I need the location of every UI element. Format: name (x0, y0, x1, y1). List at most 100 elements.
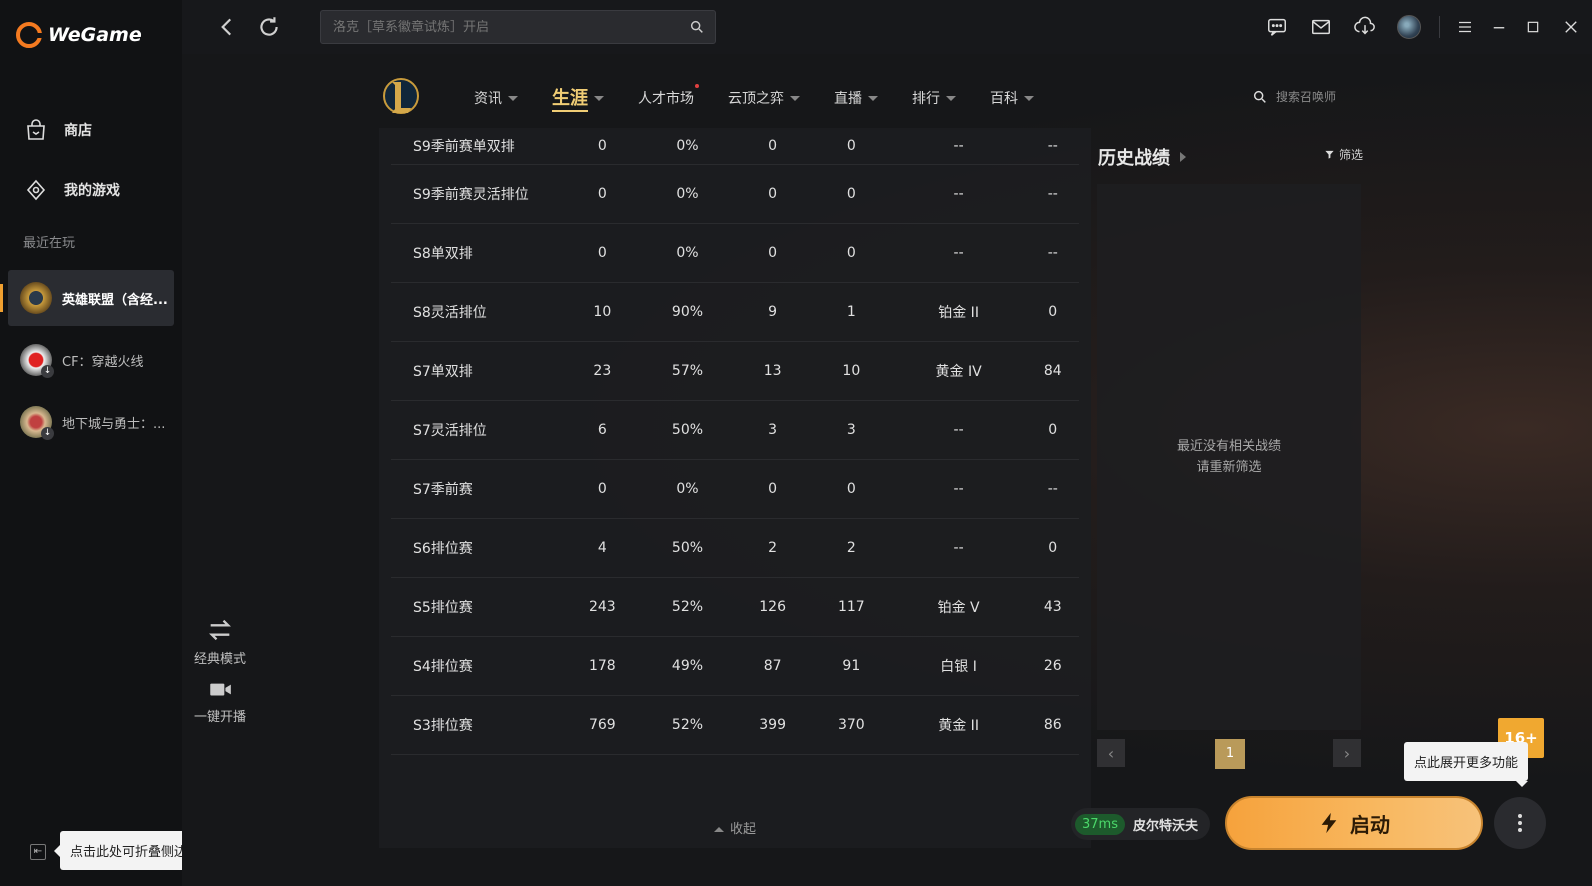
table-cell: 9 (768, 303, 778, 320)
table-cell: -- (953, 539, 964, 556)
chevron-down-icon (868, 95, 878, 101)
table-cell: 0% (676, 185, 699, 202)
table-cell: -- (1047, 185, 1058, 202)
table-row: S9季前赛单双排 0 0% 0 0 -- -- (391, 128, 1079, 164)
chevron-down-icon (594, 95, 604, 101)
maximize-icon[interactable] (1516, 0, 1550, 54)
table-row: S5排位赛 243 52% 126 117 铂金 V 43 (391, 577, 1079, 636)
tab-label: 人才市场 (638, 91, 694, 107)
table-row: S8灵活排位 10 90% 9 1 铂金 II 0 (391, 282, 1079, 341)
chat-icon[interactable] (1255, 0, 1299, 54)
season-stats-panel: S9季前赛单双排 0 0% 0 0 -- -- S9季前赛灵活排位 0 0% 0 0 -- -- S8单双排… (379, 128, 1091, 848)
tab-label: 排行 (912, 91, 940, 107)
table-cell: 0 (597, 185, 607, 202)
tab-label: 云顶之弈 (728, 91, 784, 107)
page-number-button[interactable]: 1 (1215, 739, 1245, 769)
mail-icon[interactable] (1299, 0, 1343, 54)
table-cell: -- (953, 480, 964, 497)
history-empty-line: 请重新筛选 (1196, 460, 1262, 475)
tab-ranking[interactable]: 排行 (912, 84, 956, 116)
user-avatar[interactable] (1387, 0, 1431, 54)
search-icon[interactable] (689, 19, 705, 35)
table-cell: 0 (768, 480, 778, 497)
sidebar-item-my-games[interactable]: 我的游戏 (0, 160, 182, 220)
store-bag-icon (27, 119, 45, 140)
filter-button[interactable]: 筛选 (1324, 146, 1363, 163)
close-icon[interactable] (1550, 0, 1592, 54)
cf-game-icon: ↓ (20, 344, 54, 378)
lol-logo-icon[interactable] (382, 74, 420, 118)
tab-talent-market[interactable]: 人才市场 (638, 84, 699, 116)
season-stats-table: S9季前赛单双排 0 0% 0 0 -- -- S9季前赛灵活排位 0 0% 0 0 -- -- S8单双排… (391, 128, 1079, 755)
table-cell: 84 (1043, 362, 1062, 379)
table-cell: -- (1047, 480, 1058, 497)
minimize-icon[interactable] (1482, 0, 1516, 54)
server-selector[interactable]: 37ms 皮尔特沃夫 (1071, 808, 1210, 840)
refresh-icon[interactable] (256, 14, 282, 40)
tab-wiki[interactable]: 百科 (990, 84, 1034, 116)
more-options-button[interactable] (1494, 797, 1546, 849)
table-row: S8单双排 0 0% 0 0 -- -- (391, 223, 1079, 282)
classic-mode-button[interactable]: 经典模式 (182, 616, 258, 667)
sidebar-item-store[interactable]: 商店 (0, 100, 182, 160)
recent-game-dnf[interactable]: ↓ 地下城与勇士：... (8, 394, 174, 450)
video-camera-icon (210, 683, 231, 696)
more-functions-tooltip: 点此展开更多功能 (1404, 742, 1529, 787)
table-row: S9季前赛灵活排位 0 0% 0 0 -- -- (391, 164, 1079, 223)
chevron-right-icon (1180, 152, 1186, 162)
lightning-icon (1321, 812, 1337, 834)
table-cell: 49% (671, 657, 704, 674)
table-cell: S6排位赛 (413, 540, 473, 557)
launch-button[interactable]: 启动 (1225, 796, 1483, 850)
back-icon[interactable] (214, 14, 240, 40)
wegame-logo-icon (16, 22, 42, 48)
table-cell: 0 (846, 185, 856, 202)
table-cell: 52% (671, 716, 704, 733)
game-tabs: 资讯 生涯 人才市场 云顶之弈 直播 排行 百科 (474, 84, 1068, 116)
table-cell: 2 (768, 539, 778, 556)
tab-news[interactable]: 资讯 (474, 84, 518, 116)
app-name: WeGame (48, 24, 142, 46)
tab-tft[interactable]: 云顶之弈 (728, 84, 800, 116)
sidebar: WeGame 商店 我的游戏 最近在玩 英雄联盟（含经... ↓ CF：穿越火线… (0, 0, 211, 886)
table-cell: 2 (846, 539, 856, 556)
recent-game-cf[interactable]: ↓ CF：穿越火线 (8, 332, 174, 388)
table-cell: 0 (597, 137, 607, 154)
table-cell: 0 (597, 244, 607, 261)
swap-icon (209, 619, 231, 641)
table-cell: 0 (1048, 539, 1058, 556)
table-cell: 0% (676, 244, 699, 261)
summoner-search[interactable]: 搜索召唤师 (1252, 88, 1336, 105)
table-cell: 0% (676, 480, 699, 497)
download-manager-icon[interactable] (1343, 0, 1387, 54)
table-cell: 57% (671, 362, 704, 379)
classic-mode-label: 经典模式 (193, 652, 246, 667)
table-cell: S5排位赛 (413, 599, 473, 616)
collapse-sidebar-icon[interactable]: ⇤ (30, 844, 46, 860)
table-cell: 黄金 IV (935, 363, 982, 380)
history-title[interactable]: 历史战绩 (1098, 144, 1186, 170)
recent-game-lol[interactable]: 英雄联盟（含经... (0, 270, 174, 326)
summoner-search-placeholder: 搜索召唤师 (1276, 90, 1337, 104)
tab-label: 百科 (990, 91, 1018, 107)
table-cell: 23 (593, 362, 612, 379)
table-cell: 117 (837, 598, 865, 615)
table-cell: 43 (1043, 598, 1062, 615)
tab-career[interactable]: 生涯 (552, 84, 604, 116)
menu-icon[interactable] (1448, 0, 1482, 54)
wegame-logo[interactable]: WeGame (16, 22, 142, 48)
table-cell: S8灵活排位 (413, 304, 487, 321)
tab-live[interactable]: 直播 (834, 84, 878, 116)
next-page-icon[interactable]: › (1333, 739, 1361, 767)
table-cell: 370 (837, 716, 865, 733)
recent-game-label: CF：穿越火线 (62, 354, 144, 370)
gamepad-icon (26, 179, 46, 201)
one-click-stream-button[interactable]: 一键开播 (182, 676, 258, 725)
global-search-input[interactable] (333, 19, 683, 35)
lol-game-icon (20, 282, 52, 314)
collapse-button[interactable]: 收起 (379, 818, 1091, 837)
table-cell: 10 (842, 362, 861, 379)
filter-icon (1325, 150, 1334, 159)
global-search[interactable] (320, 10, 716, 44)
prev-page-icon[interactable]: ‹ (1097, 739, 1125, 767)
